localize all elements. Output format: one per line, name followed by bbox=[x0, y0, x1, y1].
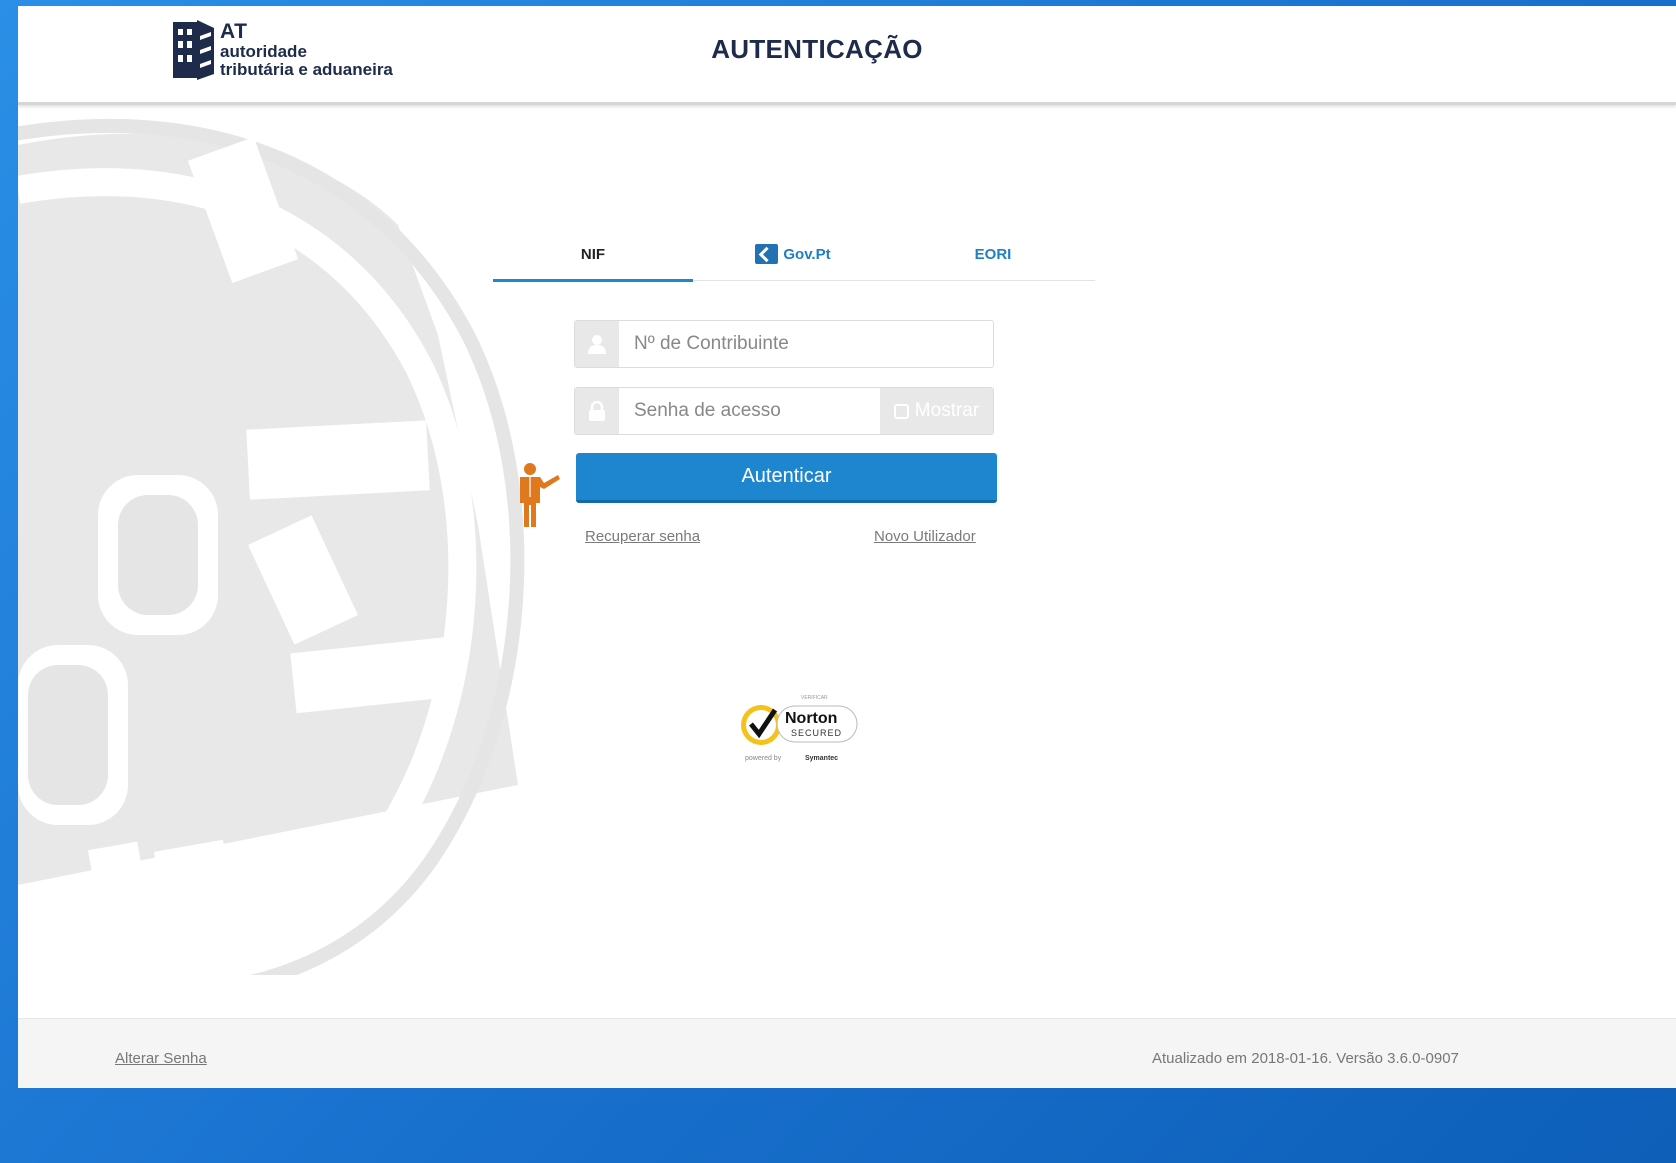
user-icon bbox=[575, 321, 619, 367]
version-text: Atualizado em 2018-01-16. Versão 3.6.0-0… bbox=[1152, 1050, 1459, 1067]
checkbox-icon[interactable] bbox=[893, 403, 909, 419]
show-password-label: Mostrar bbox=[914, 400, 980, 421]
page-frame: AT autoridade tributária e aduaneira AUT… bbox=[18, 6, 1676, 1088]
tab-nif-label: NIF bbox=[580, 245, 606, 263]
norton-secured-text: SECURED bbox=[791, 728, 842, 738]
new-user-link[interactable]: Novo Utilizador bbox=[874, 528, 976, 545]
norton-verify-text: VERIFICAR bbox=[801, 695, 828, 701]
auth-tabs: NIF Gov.Pt EORI bbox=[493, 228, 1095, 282]
norton-symantec-text: Symantec bbox=[805, 755, 838, 762]
norton-brand-text: Norton bbox=[785, 710, 837, 727]
password-input[interactable] bbox=[619, 388, 880, 434]
tab-eori-label: EORI bbox=[974, 245, 1012, 263]
tab-gov-pt[interactable]: Gov.Pt bbox=[693, 228, 893, 280]
page-title: AUTENTICAÇÃO bbox=[711, 34, 923, 64]
tab-eori[interactable]: EORI bbox=[893, 228, 1093, 280]
password-field: Mostrar bbox=[574, 387, 994, 435]
recover-password-link[interactable]: Recuperar senha bbox=[585, 528, 700, 545]
change-password-link[interactable]: Alterar Senha bbox=[115, 1050, 207, 1067]
helper-figure-icon[interactable] bbox=[514, 461, 564, 527]
gov-pt-icon bbox=[755, 244, 779, 264]
show-password-toggle[interactable]: Mostrar bbox=[880, 388, 993, 434]
footer: Alterar Senha Atualizado em 2018-01-16. … bbox=[18, 1018, 1676, 1088]
tab-nif[interactable]: NIF bbox=[493, 228, 693, 282]
nif-input[interactable] bbox=[619, 321, 993, 367]
authenticate-button[interactable]: Autenticar bbox=[576, 453, 997, 503]
tab-gov-pt-label: Gov.Pt bbox=[783, 245, 831, 263]
header: AT autoridade tributária e aduaneira AUT… bbox=[18, 6, 1676, 105]
nif-field bbox=[574, 320, 994, 368]
lock-icon bbox=[575, 388, 619, 434]
norton-powered-text: powered by bbox=[745, 755, 782, 762]
norton-secured-badge[interactable]: VERIFICAR Norton SECURED powered by Syma… bbox=[737, 690, 863, 766]
